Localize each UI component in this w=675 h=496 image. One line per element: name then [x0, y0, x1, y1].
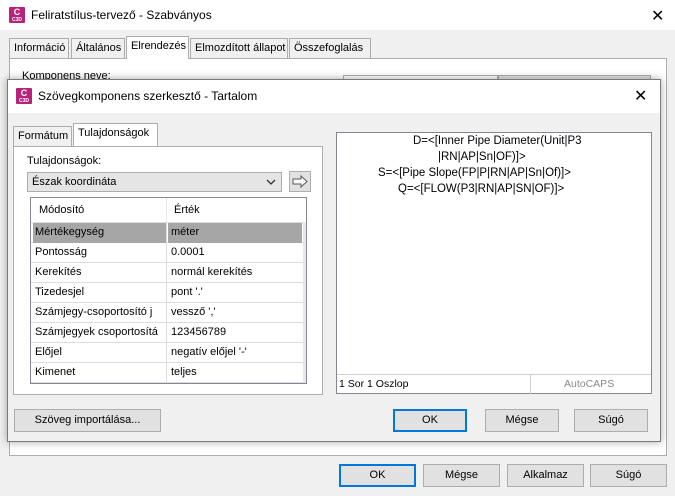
outer-title: Feliratstílus-tervező - Szabványos — [31, 8, 212, 22]
grid-cell-modifier: Tizedesjel — [33, 283, 167, 303]
grid-row[interactable]: Kimenet teljes — [31, 363, 305, 383]
tab-elrendezes[interactable]: Elrendezés — [126, 36, 189, 59]
grid-cell-modifier: Előjel — [33, 343, 167, 363]
outer-close-icon[interactable]: ✕ — [651, 6, 664, 25]
grid-cell-modifier: Kerekítés — [33, 263, 167, 283]
grid-cell-value[interactable]: teljes — [168, 363, 302, 383]
tab-osszefoglalas[interactable]: Összefoglalás — [289, 38, 371, 59]
inner-help-button[interactable]: Súgó — [574, 409, 648, 432]
inner-cancel-button[interactable]: Mégse — [485, 409, 559, 432]
grid-row[interactable]: Számjegyek csoportosítá 123456789 — [31, 323, 305, 343]
inner-titlebar: C C3D Szövegkomponens szerkesztő - Tartal… — [8, 80, 660, 113]
grid-cell-value[interactable]: 0.0001 — [168, 243, 302, 263]
arrow-right-icon — [292, 174, 308, 189]
grid-cell-value[interactable]: méter — [168, 223, 302, 243]
outer-help-button[interactable]: Súgó — [590, 464, 667, 487]
grid-cell-modifier: Kimenet — [33, 363, 167, 383]
grid-row[interactable]: Előjel negatív előjel '-' — [31, 343, 305, 363]
properties-label: Tulajdonságok: — [27, 155, 102, 167]
grid-cell-modifier: Számjegyek csoportosítá — [33, 323, 167, 343]
outer-ok-button[interactable]: OK — [339, 464, 416, 487]
grid-cell-value[interactable]: vessző ',' — [168, 303, 302, 323]
inner-close-icon[interactable]: ✕ — [634, 86, 647, 105]
inner-ok-button[interactable]: OK — [393, 409, 467, 432]
civil3d-app-icon: C C3D — [9, 7, 25, 23]
editor-statusbar: 1 Sor 1 Oszlop AutoCAPS — [337, 374, 651, 394]
grid-scrollbar[interactable] — [303, 223, 306, 383]
modifier-grid: Módosító Érték Mértékegység méter Pontos… — [30, 197, 307, 384]
grid-cell-value[interactable]: negatív előjel '-' — [168, 343, 302, 363]
grid-cell-value[interactable]: 123456789 — [168, 323, 302, 343]
grid-row[interactable]: Számjegy-csoportosító j vessző ',' — [31, 303, 305, 323]
grid-cell-modifier: Pontosság — [33, 243, 167, 263]
grid-cell-value[interactable]: normál kerekítés — [168, 263, 302, 283]
grid-cell-value[interactable]: pont '.' — [168, 283, 302, 303]
tab-tulajdonsagok[interactable]: Tulajdonságok — [73, 123, 158, 146]
grid-header: Módosító Érték — [31, 198, 305, 223]
autocaps-status: AutoCAPS — [564, 378, 615, 390]
tab-altalanos[interactable]: Általános — [71, 38, 125, 59]
grid-header-modifier[interactable]: Módosító — [33, 198, 167, 223]
outer-titlebar: C C3D Feliratstílus-tervező - Szabványos … — [0, 0, 675, 30]
properties-dropdown[interactable]: Észak koordináta — [27, 172, 282, 192]
grid-row[interactable]: Kerekítés normál kerekítés — [31, 263, 305, 283]
text-editor[interactable]: D=<[Inner Pipe Diameter(Unit|P3 |RN|AP|S… — [336, 132, 652, 394]
import-text-button[interactable]: Szöveg importálása... — [14, 409, 161, 432]
status-divider — [530, 375, 531, 394]
grid-row[interactable]: Pontosság 0.0001 — [31, 243, 305, 263]
editor-line: Q=<[FLOW(P3|RN|AP|SN|OF)]> — [398, 183, 565, 195]
tab-informacio[interactable]: Információ — [9, 38, 69, 59]
text-component-editor-dialog: C C3D Szövegkomponens szerkesztő - Tartal… — [7, 79, 661, 442]
grid-row[interactable]: Mértékegység méter — [31, 223, 305, 243]
cursor-position-status: 1 Sor 1 Oszlop — [339, 378, 409, 390]
civil3d-app-icon: C C3D — [16, 88, 32, 104]
editor-line: D=<[Inner Pipe Diameter(Unit|P3 — [413, 135, 582, 147]
grid-header-value[interactable]: Érték — [168, 198, 302, 223]
chevron-down-icon — [266, 179, 276, 185]
properties-dropdown-value: Észak koordináta — [32, 176, 117, 188]
outer-apply-button[interactable]: Alkalmaz — [507, 464, 584, 487]
insert-property-button[interactable] — [289, 171, 311, 192]
grid-cell-modifier: Számjegy-csoportosító j — [33, 303, 167, 323]
grid-row[interactable]: Tizedesjel pont '.' — [31, 283, 305, 303]
grid-cell-modifier: Mértékegység — [33, 223, 167, 243]
editor-line: S=<[Pipe Slope(FP|P|RN|AP|Sn|Of)]> — [378, 167, 571, 179]
editor-line: |RN|AP|Sn|OF)]> — [438, 151, 526, 163]
tab-formatum[interactable]: Formátum — [13, 126, 72, 147]
tab-elmozditott-allapot[interactable]: Elmozdított állapot — [190, 38, 288, 59]
outer-cancel-button[interactable]: Mégse — [423, 464, 500, 487]
inner-title: Szövegkomponens szerkesztő - Tartalom — [38, 89, 258, 103]
